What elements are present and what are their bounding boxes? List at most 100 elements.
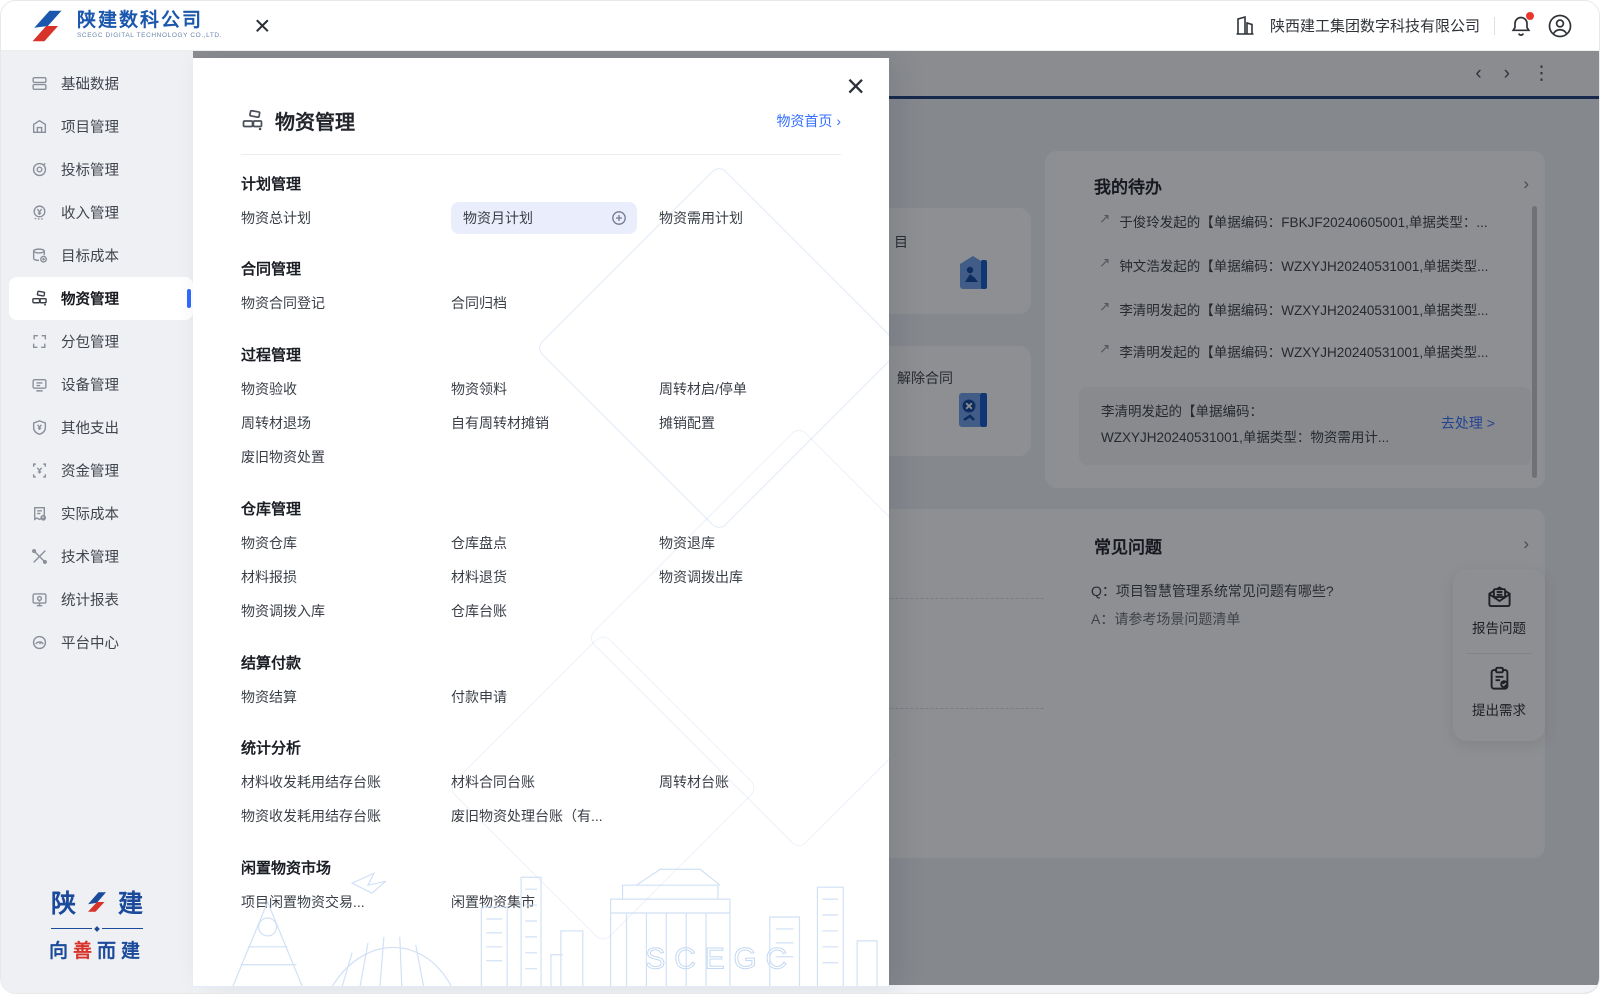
scegc-logo-icon	[32, 10, 62, 41]
menu-item-material-monthly-plan[interactable]: 物资月计划	[451, 202, 637, 234]
monitor-chart-icon	[31, 591, 48, 608]
sidebar-item-target-cost[interactable]: 目标成本	[1, 234, 193, 277]
sidebar-item-label: 资金管理	[61, 464, 119, 480]
sidebar-item-materials-mgmt[interactable]: 物资管理	[9, 277, 193, 320]
menu-item-turnover-exit[interactable]: 周转材退场	[241, 407, 451, 439]
menu-item-own-turnover-amortize[interactable]: 自有周转材摊销	[451, 407, 659, 439]
building-icon	[31, 118, 48, 135]
section-title-statistics: 统计分析	[241, 740, 302, 757]
menu-item-material-inout-ledger[interactable]: 材料收发耗用结存台账	[241, 766, 451, 798]
menu-item-amortize-config[interactable]: 摊销配置	[659, 407, 855, 439]
notifications-bell-icon[interactable]	[1509, 11, 1534, 38]
menu-item-material-warehouse[interactable]: 物资仓库	[241, 527, 451, 559]
material-bricks-icon	[31, 290, 48, 307]
menu-item-material-return-goods[interactable]: 材料退货	[451, 561, 659, 593]
menu-item-material-return-store[interactable]: 物资退库	[659, 527, 855, 559]
section-title-process-mgmt: 过程管理	[241, 347, 302, 364]
materials-stack-icon	[241, 109, 264, 132]
active-indicator	[187, 289, 191, 308]
menu-item-turnover-ledger[interactable]: 周转材台账	[659, 766, 855, 798]
menu-item-material-total-plan[interactable]: 物资总计划	[241, 202, 451, 234]
sidebar-item-label: 平台中心	[61, 636, 119, 652]
puzzle-icon	[31, 333, 48, 350]
materials-home-link[interactable]: 物资首页 ›	[776, 111, 841, 131]
sidebar-item-tech-mgmt[interactable]: 技术管理	[1, 535, 193, 578]
menu-item-material-damage[interactable]: 材料报损	[241, 561, 451, 593]
menu-item-turnover-start-stop[interactable]: 周转材启/停单	[659, 373, 855, 405]
app-window: ‹ › ⋮ 目 解除合同 我的待办 › ↗ 于俊玲发起的【单据编码：FBKJF2…	[0, 0, 1600, 994]
layers-icon	[31, 75, 48, 92]
menu-close-icon[interactable]: ×	[846, 70, 865, 102]
sidebar-item-label: 项目管理	[61, 120, 119, 136]
footer-logo-char-left: 陕	[50, 890, 76, 918]
sidebar-item-label: 收入管理	[61, 206, 119, 222]
svg-text:SCEGC: SCEGC	[645, 943, 796, 976]
section-title-contract-mgmt: 合同管理	[241, 261, 302, 278]
app-logo: 陕建数科公司 SCEGC DIGITAL TECHNOLOGY CO.,LTD.	[27, 9, 222, 43]
menu-item-transfer-in[interactable]: 物资调拨入库	[241, 595, 451, 627]
sidebar-item-actual-cost[interactable]: 实际成本	[1, 492, 193, 535]
notification-dot	[1526, 11, 1534, 20]
brackets-yen-icon	[31, 462, 48, 479]
user-avatar-icon[interactable]	[1547, 13, 1573, 39]
sidebar-item-bidding-mgmt[interactable]: 投标管理	[1, 148, 193, 191]
menu-item-scrap-disposal[interactable]: 废旧物资处置	[241, 441, 451, 473]
section-title-warehouse-mgmt: 仓库管理	[241, 501, 302, 518]
sidebar-footer-logo: 陕 建 向善而建	[1, 884, 193, 963]
machine-icon	[31, 376, 48, 393]
menu-item-material-demand-plan[interactable]: 物资需用计划	[659, 202, 855, 234]
sidebar-item-label: 物资管理	[61, 292, 119, 308]
menu-item-material-contract-ledger[interactable]: 材料合同台账	[451, 766, 659, 798]
menu-item-transfer-out[interactable]: 物资调拨出库	[659, 561, 855, 593]
plus-circle-icon[interactable]	[611, 210, 627, 226]
menu-item-material-settlement[interactable]: 物资结算	[241, 681, 451, 713]
sidebar-item-other-expense[interactable]: 其他支出	[1, 406, 193, 449]
sidebar-item-label: 投标管理	[61, 163, 119, 179]
footer-logo-divider	[51, 925, 143, 932]
sidebar-item-label: 统计报表	[61, 593, 119, 609]
menu-item-payment-request[interactable]: 付款申请	[451, 681, 659, 713]
sidebar-item-subcontract-mgmt[interactable]: 分包管理	[1, 320, 193, 363]
sidebar: 基础数据 项目管理 投标管理 收入管理 目标成本 物资管理 分包管理 设备管理 …	[1, 51, 193, 993]
sidebar-item-label: 目标成本	[61, 249, 119, 265]
logo-title: 陕建数科公司	[77, 10, 204, 32]
divider	[241, 154, 841, 155]
materials-mega-menu: × 物资管理 物资首页 › 计划管理 物资总计划 物资月计划 物资需用计划 合同…	[193, 58, 889, 987]
menu-item-warehouse-check[interactable]: 仓库盘点	[451, 527, 659, 559]
sidebar-item-platform-center[interactable]: 平台中心	[1, 621, 193, 664]
header-close-icon[interactable]: ×	[254, 11, 270, 40]
receipt-icon	[31, 505, 48, 522]
sidebar-item-base-data[interactable]: 基础数据	[1, 62, 193, 105]
top-header: 陕建数科公司 SCEGC DIGITAL TECHNOLOGY CO.,LTD.…	[1, 1, 1599, 51]
coin-yen-icon	[31, 204, 48, 221]
sidebar-item-statistics-report[interactable]: 统计报表	[1, 578, 193, 621]
menu-title: 物资管理	[275, 112, 355, 134]
sidebar-item-income-mgmt[interactable]: 收入管理	[1, 191, 193, 234]
menu-item-scrap-ledger[interactable]: 废旧物资处理台账（有...	[451, 800, 659, 832]
menu-item-contract-register[interactable]: 物资合同登记	[241, 287, 451, 319]
menu-item-material-requisition[interactable]: 物资领料	[451, 373, 659, 405]
menu-item-supplies-inout-ledger[interactable]: 物资收发耗用结存台账	[241, 800, 451, 832]
menu-item-contract-archive[interactable]: 合同归档	[451, 287, 659, 319]
gauge-icon	[31, 634, 48, 651]
sidebar-item-label: 技术管理	[61, 550, 119, 566]
menu-item-warehouse-ledger[interactable]: 仓库台账	[451, 595, 659, 627]
section-title-plan-mgmt: 计划管理	[241, 176, 302, 193]
sidebar-item-project-mgmt[interactable]: 项目管理	[1, 105, 193, 148]
sidebar-item-equipment-mgmt[interactable]: 设备管理	[1, 363, 193, 406]
sidebar-item-label: 设备管理	[61, 378, 119, 394]
footer-motto: 向善而建	[48, 941, 146, 962]
skyline-watermark: SCEGC	[193, 868, 889, 987]
divider	[1494, 16, 1495, 35]
database-icon	[31, 247, 48, 264]
menu-item-material-acceptance[interactable]: 物资验收	[241, 373, 451, 405]
sidebar-item-funds-mgmt[interactable]: 资金管理	[1, 449, 193, 492]
sidebar-item-label: 基础数据	[61, 77, 119, 93]
sidebar-item-label: 实际成本	[61, 507, 119, 523]
sidebar-item-label: 其他支出	[61, 421, 119, 437]
company-name: 陕西建工集团数字科技有限公司	[1269, 18, 1480, 35]
sj-arrows-icon	[88, 892, 106, 912]
company-building-icon	[1236, 15, 1254, 35]
shield-yen-icon	[31, 419, 48, 436]
target-icon	[31, 161, 48, 178]
